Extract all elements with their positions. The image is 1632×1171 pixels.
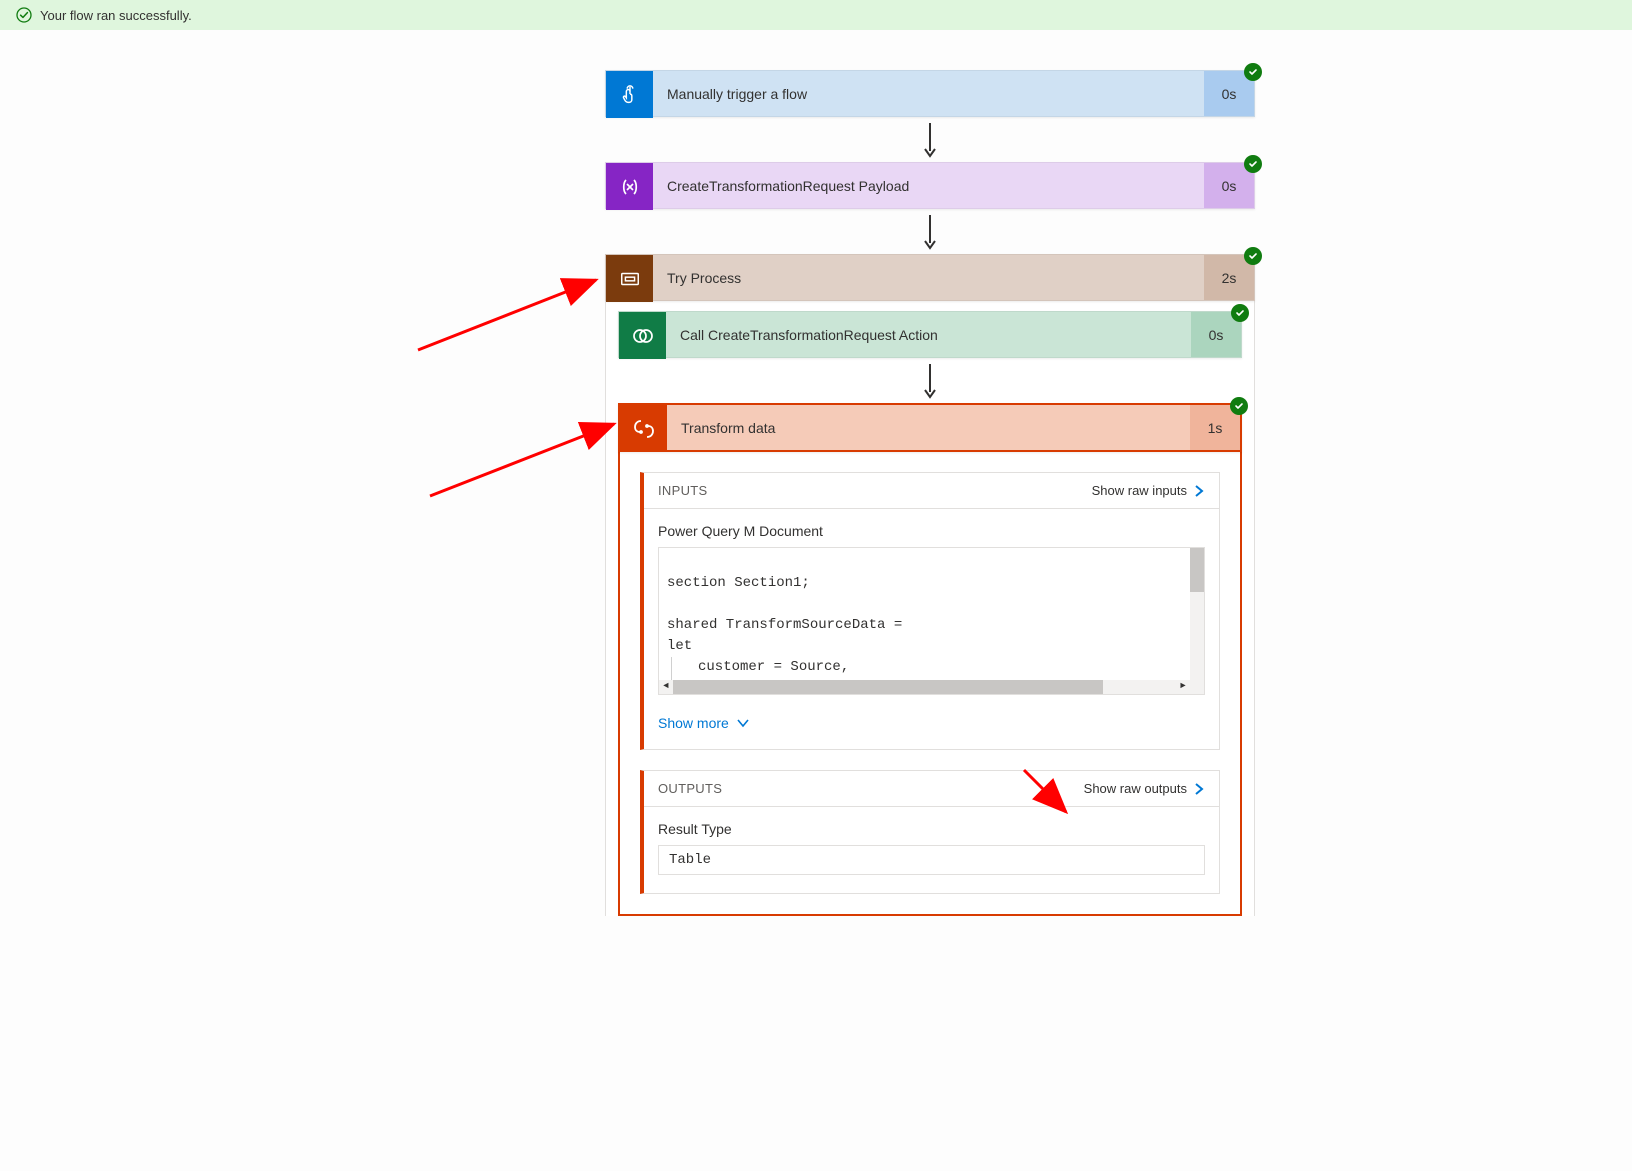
- scroll-right-arrow-icon[interactable]: ►: [1176, 680, 1190, 694]
- step-call-action[interactable]: Call CreateTransformationRequest Action …: [618, 311, 1242, 358]
- step-variable[interactable]: CreateTransformationRequest Payload 0s: [605, 162, 1255, 209]
- scope-body: Call CreateTransformationRequest Action …: [605, 301, 1255, 916]
- success-message: Your flow ran successfully.: [40, 8, 192, 23]
- inputs-field-label: Power Query M Document: [658, 523, 1205, 539]
- step-trigger[interactable]: Manually trigger a flow 0s: [605, 70, 1255, 117]
- success-banner: Your flow ran successfully.: [0, 0, 1632, 30]
- outputs-section: OUTPUTS Show raw outputs Result Type Tab…: [640, 770, 1220, 894]
- show-raw-inputs-link[interactable]: Show raw inputs: [1092, 483, 1205, 498]
- show-more-link[interactable]: Show more: [658, 715, 749, 731]
- variable-icon: [606, 163, 653, 210]
- scope-icon: [606, 255, 653, 302]
- flow-canvas: Manually trigger a flow 0s CreateTransfo…: [0, 30, 1632, 1171]
- status-badge: [1244, 63, 1262, 81]
- success-icon: [16, 7, 32, 23]
- transform-icon: [620, 405, 667, 452]
- step-title: Call CreateTransformationRequest Action: [666, 312, 1191, 357]
- step-transform-data[interactable]: Transform data 1s: [618, 403, 1242, 452]
- step-title: Transform data: [667, 405, 1190, 450]
- vertical-scrollbar-thumb[interactable]: [1190, 548, 1204, 592]
- connector-arrow: [605, 209, 1255, 254]
- result-type-value: Table: [658, 845, 1205, 875]
- status-badge: [1244, 247, 1262, 265]
- status-badge: [1231, 304, 1249, 322]
- chevron-right-icon: [1193, 783, 1205, 795]
- scroll-left-arrow-icon[interactable]: ◄: [659, 680, 673, 694]
- step-title: Try Process: [653, 255, 1204, 300]
- transform-detail-panel: INPUTS Show raw inputs Power Query M Doc…: [618, 452, 1242, 916]
- outputs-field-label: Result Type: [658, 821, 1205, 837]
- inputs-section: INPUTS Show raw inputs Power Query M Doc…: [640, 472, 1220, 750]
- chevron-down-icon: [737, 717, 749, 729]
- code-viewer[interactable]: section Section1; shared TransformSource…: [658, 547, 1205, 695]
- chevron-right-icon: [1193, 485, 1205, 497]
- step-title: CreateTransformationRequest Payload: [653, 163, 1204, 208]
- horizontal-scrollbar-thumb[interactable]: [673, 680, 1103, 694]
- inputs-heading: INPUTS: [658, 483, 707, 498]
- touch-icon: [606, 71, 653, 118]
- step-scope[interactable]: Try Process 2s: [605, 254, 1255, 301]
- step-title: Manually trigger a flow: [653, 71, 1204, 116]
- show-raw-outputs-link[interactable]: Show raw outputs: [1084, 781, 1205, 796]
- dataverse-icon: [619, 312, 666, 359]
- connector-arrow: [605, 117, 1255, 162]
- status-badge: [1244, 155, 1262, 173]
- connector-arrow: [618, 358, 1242, 403]
- status-badge: [1230, 397, 1248, 415]
- outputs-heading: OUTPUTS: [658, 781, 722, 796]
